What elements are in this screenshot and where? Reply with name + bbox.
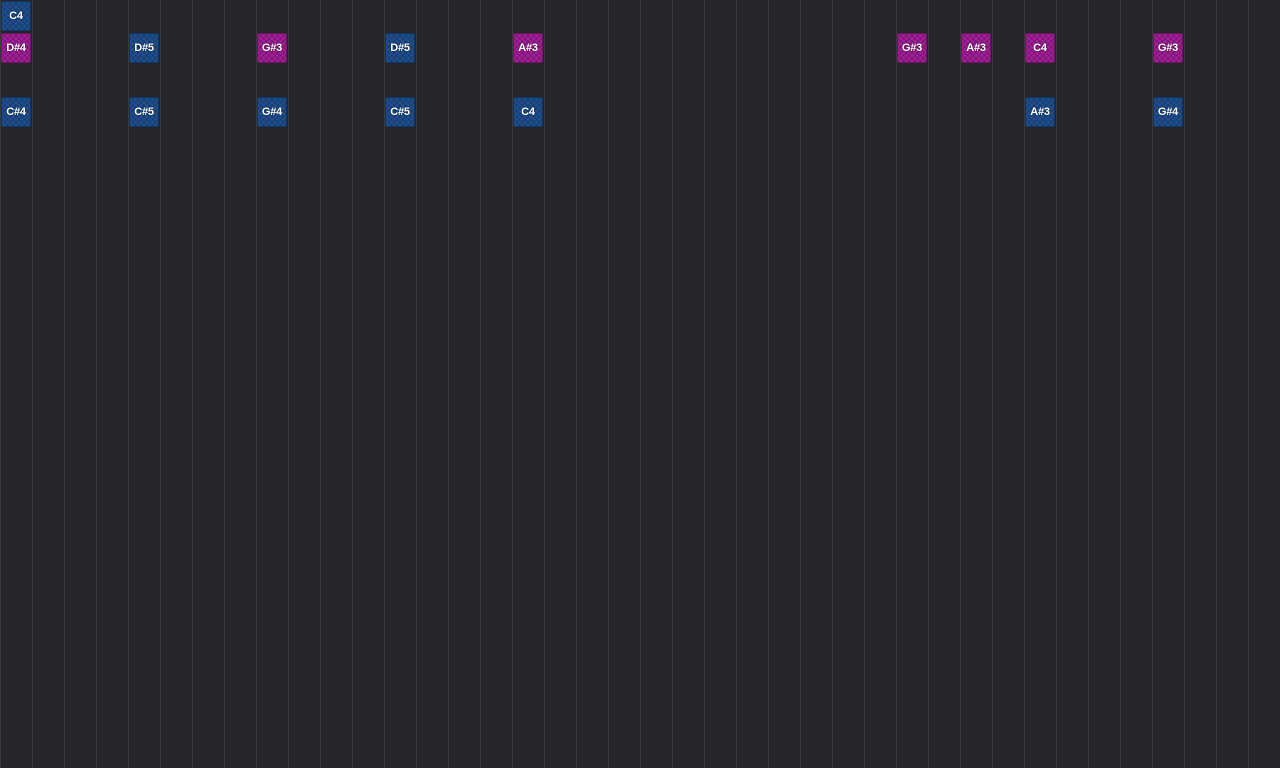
note-block[interactable]: C#5 — [129, 97, 159, 127]
note-label: C#5 — [390, 106, 410, 118]
note-block[interactable]: C4 — [1, 1, 31, 31]
note-label: C#5 — [134, 106, 154, 118]
note-label: C4 — [1033, 42, 1047, 54]
note-block[interactable]: C4 — [513, 97, 543, 127]
note-label: A#3 — [1030, 106, 1050, 118]
note-label: G#3 — [1157, 42, 1179, 54]
note-block[interactable]: A#3 — [513, 33, 543, 63]
note-label: C4 — [9, 10, 23, 22]
note-block[interactable]: G#3 — [897, 33, 927, 63]
note-block[interactable]: D#4 — [1, 33, 31, 63]
note-block[interactable]: G#3 — [1153, 33, 1183, 63]
note-label: D#4 — [6, 42, 26, 54]
note-block[interactable]: D#5 — [385, 33, 415, 63]
note-block[interactable]: G#4 — [1153, 97, 1183, 127]
note-label: A#3 — [518, 42, 538, 54]
note-block[interactable]: C#5 — [385, 97, 415, 127]
note-label: C4 — [521, 106, 535, 118]
note-label: G#3 — [901, 42, 923, 54]
note-label: D#5 — [390, 42, 410, 54]
note-block[interactable]: G#3 — [257, 33, 287, 63]
note-block[interactable]: C#4 — [1, 97, 31, 127]
piano-roll-grid[interactable]: C4 D#4 C#4 D#5 C#5 G#3 G#4 D#5 C#5 A#3 C4 G#3 A#3 C4 A… — [0, 0, 1280, 768]
note-block[interactable]: C4 — [1025, 33, 1055, 63]
note-block[interactable]: A#3 — [1025, 97, 1055, 127]
note-label: C#4 — [6, 106, 26, 118]
note-label: G#4 — [1157, 106, 1179, 118]
note-block[interactable]: A#3 — [961, 33, 991, 63]
note-label: G#3 — [261, 42, 283, 54]
note-label: A#3 — [966, 42, 986, 54]
note-block[interactable]: D#5 — [129, 33, 159, 63]
note-label: G#4 — [261, 106, 283, 118]
note-block[interactable]: G#4 — [257, 97, 287, 127]
note-label: D#5 — [134, 42, 154, 54]
